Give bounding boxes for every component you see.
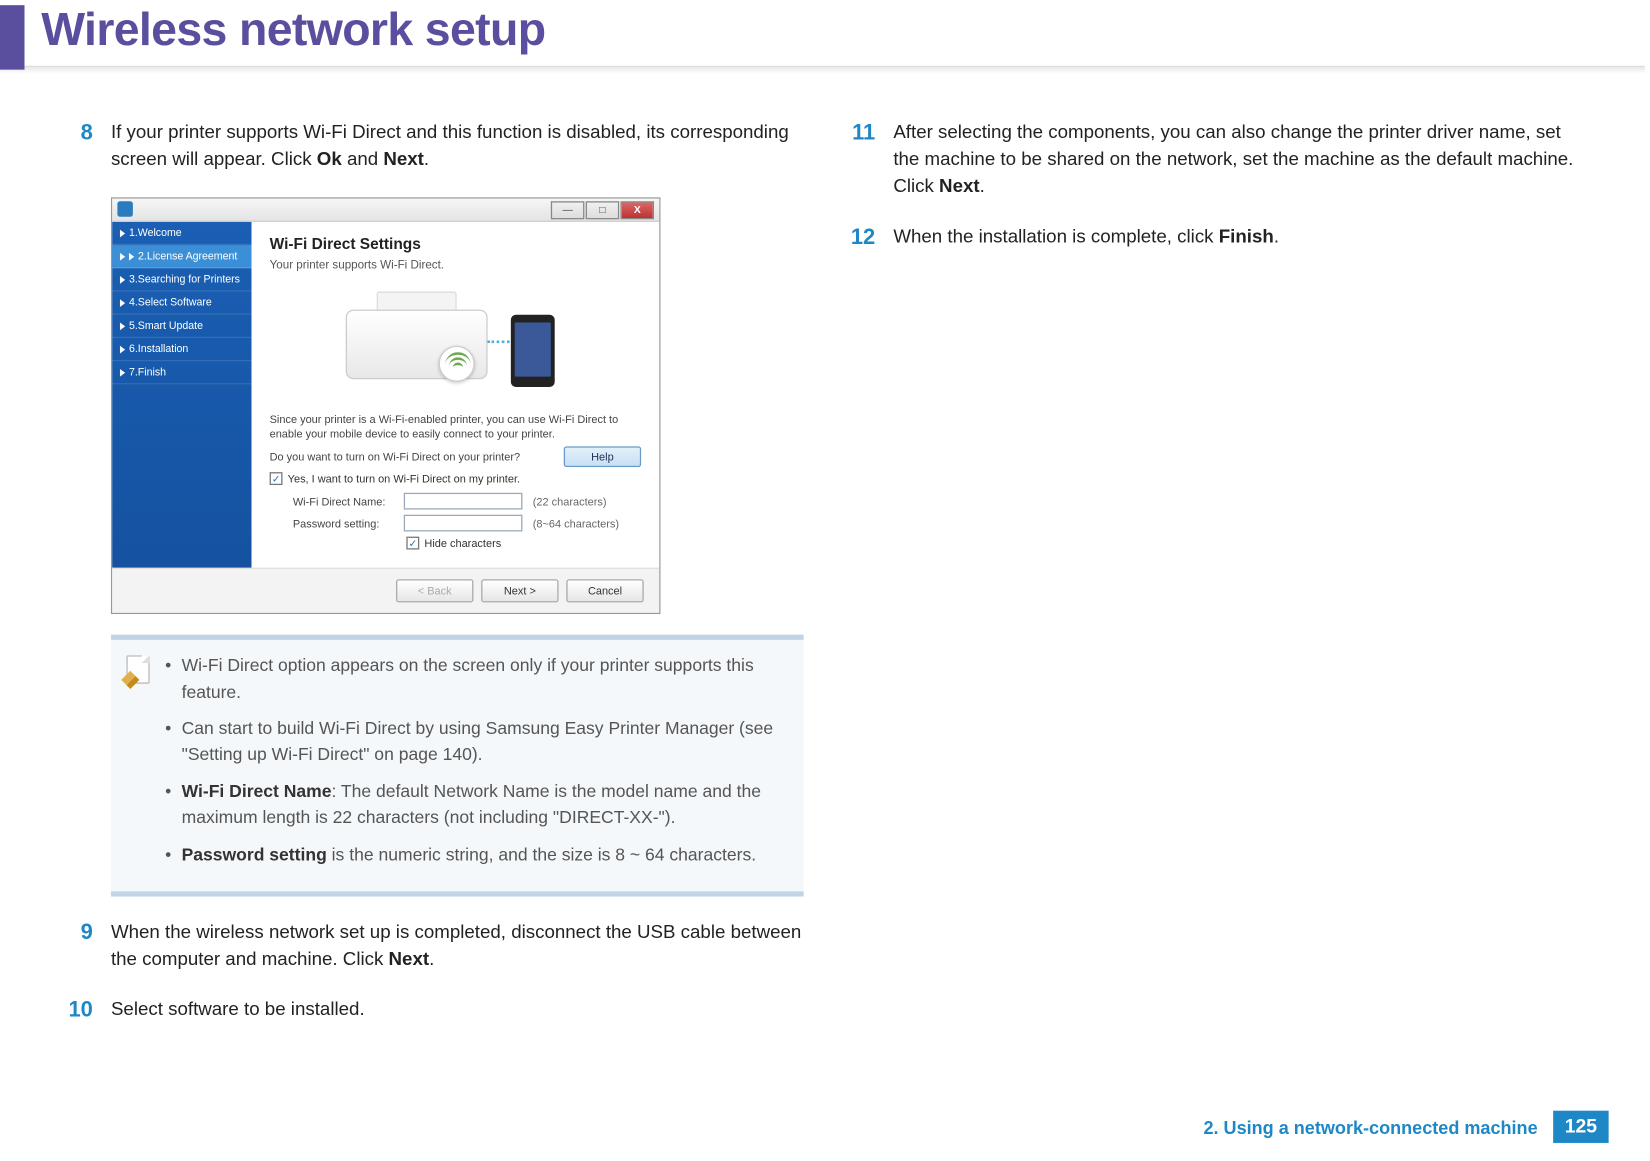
wifi-direct-dialog-screenshot: — □ X 1.Welcome 2.License Agreement 3.Se…: [111, 197, 661, 614]
sidebar-item: 4.Select Software: [112, 291, 251, 314]
enable-wifi-direct-checkbox[interactable]: ✓ Yes, I want to turn on Wi-Fi Direct on…: [270, 472, 642, 485]
dialog-subtitle: Your printer supports Wi-Fi Direct.: [270, 258, 642, 271]
app-icon: [117, 202, 132, 217]
field-hint: (22 characters): [533, 495, 607, 508]
sidebar-item: 6.Installation: [112, 338, 251, 361]
note-bullet: Password setting is the numeric string, …: [165, 842, 787, 868]
sidebar-item: 7.Finish: [112, 361, 251, 384]
dialog-titlebar: — □ X: [112, 198, 659, 221]
step-text: When the installation is complete, click…: [893, 224, 1279, 251]
accent-bar: [0, 5, 25, 70]
help-button[interactable]: Help: [564, 447, 641, 468]
next-button[interactable]: Next >: [481, 580, 558, 603]
footer: 2. Using a network-connected machine 125: [1203, 1111, 1608, 1143]
sidebar-item: 2.License Agreement: [112, 245, 251, 268]
step-text: If your printer supports Wi-Fi Direct an…: [111, 120, 803, 174]
step-9: 9 When the wireless network set up is co…: [59, 920, 803, 974]
header: Wireless network setup: [0, 0, 1645, 86]
back-button[interactable]: < Back: [396, 580, 473, 603]
checkbox-icon: ✓: [406, 537, 419, 550]
note-icon: [124, 653, 152, 687]
phone-icon: [511, 315, 555, 387]
cancel-button[interactable]: Cancel: [566, 580, 643, 603]
step-text: Select software to be installed.: [111, 997, 365, 1024]
dialog-description: Since your printer is a Wi-Fi-enabled pr…: [270, 413, 642, 443]
note-bullet: Wi-Fi Direct Name: The default Network N…: [165, 779, 787, 832]
step-12: 12 When the installation is complete, cl…: [842, 224, 1586, 251]
step-number: 10: [59, 997, 93, 1024]
field-label: Password setting:: [293, 517, 394, 530]
wifi-icon: [439, 345, 475, 381]
note-bullet: Can start to build Wi-Fi Direct by using…: [165, 716, 787, 769]
step-10: 10 Select software to be installed.: [59, 997, 803, 1024]
left-column: 8 If your printer supports Wi-Fi Direct …: [59, 120, 803, 1048]
step-8: 8 If your printer supports Wi-Fi Direct …: [59, 120, 803, 174]
wizard-sidebar: 1.Welcome 2.License Agreement 3.Searchin…: [112, 222, 251, 568]
dialog-main: Wi-Fi Direct Settings Your printer suppo…: [252, 222, 660, 568]
minimize-button[interactable]: —: [551, 201, 585, 219]
right-column: 11 After selecting the components, you c…: [842, 120, 1586, 1048]
note-bullet: Wi-Fi Direct option appears on the scree…: [165, 653, 787, 706]
password-input[interactable]: [404, 515, 523, 532]
step-number: 8: [59, 120, 93, 174]
step-number: 9: [59, 920, 93, 974]
field-hint: (8~64 characters): [533, 517, 619, 530]
sidebar-item: 1.Welcome: [112, 222, 251, 245]
hide-characters-checkbox[interactable]: ✓ Hide characters: [406, 537, 641, 550]
sidebar-item: 3.Searching for Printers: [112, 268, 251, 291]
field-label: Wi-Fi Direct Name:: [293, 495, 394, 508]
page-number: 125: [1553, 1111, 1609, 1143]
sidebar-item: 5.Smart Update: [112, 315, 251, 338]
checkbox-icon: ✓: [270, 472, 283, 485]
printer-illustration: [307, 284, 604, 400]
header-divider: [0, 66, 1645, 74]
note-box: Wi-Fi Direct option appears on the scree…: [111, 635, 803, 897]
step-number: 12: [842, 224, 876, 251]
dialog-heading: Wi-Fi Direct Settings: [270, 235, 642, 253]
step-text: After selecting the components, you can …: [893, 120, 1585, 201]
maximize-button[interactable]: □: [586, 201, 620, 219]
step-number: 11: [842, 120, 876, 201]
page-title: Wireless network setup: [0, 0, 1645, 60]
step-11: 11 After selecting the components, you c…: [842, 120, 1586, 201]
step-text: When the wireless network set up is comp…: [111, 920, 803, 974]
wifi-direct-name-input[interactable]: [404, 493, 523, 510]
close-button[interactable]: X: [620, 201, 654, 219]
chapter-label: 2. Using a network-connected machine: [1203, 1116, 1537, 1137]
